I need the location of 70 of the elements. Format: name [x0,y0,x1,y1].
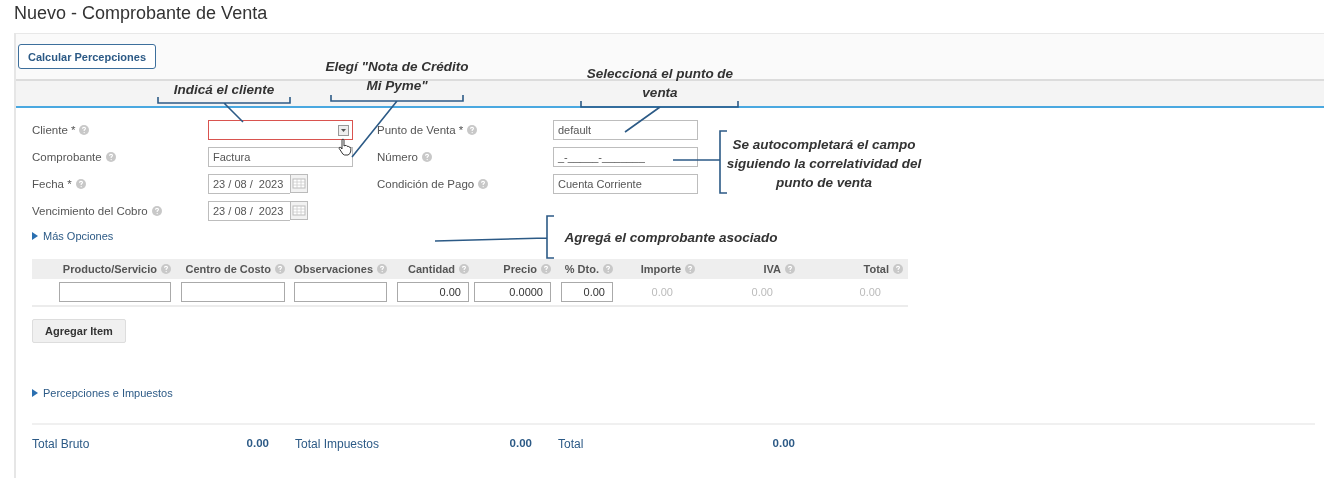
total-value: 0.00 [772,437,795,451]
annotation-text: Indicá el cliente [172,81,276,99]
text-field[interactable]: Factura [208,147,353,167]
calendar-icon[interactable] [290,174,308,193]
text-field[interactable]: default [553,120,698,140]
field-label: Punto de Venta * [377,124,464,136]
table-input[interactable]: 0.0000 [474,282,551,302]
help-icon [785,264,795,274]
total-value: 0.00 [246,437,269,451]
help-icon [161,264,171,274]
table-input[interactable]: 0.00 [561,282,613,302]
column-header: Precio [503,263,537,275]
total-value: 0.00 [509,437,532,451]
table-cell-text: 0.00 [859,286,882,298]
help-icon [467,125,478,135]
column-header: Total [863,263,889,275]
table-input[interactable] [59,282,171,302]
annotation-text: Agregá el comprobante asociado [563,229,779,247]
calculate-button[interactable]: Calcular Percepciones [18,44,156,69]
help-icon [893,264,903,274]
page-title: Nuevo - Comprobante de Venta [13,2,269,25]
expand-triangle-icon [32,232,38,240]
help-icon [603,264,613,274]
help-icon [685,264,695,274]
field-label: Condición de Pago [377,178,475,190]
date-field[interactable]: 23 / 08 / 2023 [208,201,290,221]
help-icon [421,152,432,162]
annotation-text: Se autocompletará el campo siguiendo la correlatividad del punto de venta [725,136,923,192]
dropdown-icon[interactable] [338,124,349,136]
table-cell-text: 0.00 [651,286,674,298]
table-cell-text: 0.00 [751,286,774,298]
field-label: Fecha * [32,178,72,190]
help-icon [478,179,489,189]
more-options-toggle[interactable]: Más Opciones [32,230,114,242]
help-icon [275,264,285,274]
column-header: % Dto. [564,263,599,275]
text-field[interactable]: Cuenta Corriente [553,174,698,194]
table-input[interactable]: 0.00 [397,282,469,302]
calendar-icon[interactable] [290,201,308,220]
total-label: Total [558,437,584,451]
column-header: Observaciones [294,263,373,275]
field-label: Comprobante [32,151,102,163]
expand-triangle-icon [32,389,38,397]
total-label: Total Impuestos [295,437,380,451]
column-header: Cantidad [407,263,455,275]
text-field[interactable]: _-_____-_______ [553,147,698,167]
taxes-toggle[interactable]: Percepciones e Impuestos [32,387,173,399]
column-header: IVA [763,263,781,275]
column-header: Producto/Servicio [62,263,157,275]
date-field[interactable]: 23 / 08 / 2023 [208,174,290,194]
help-icon [79,125,90,135]
field-label: Vencimiento del Cobro [32,205,148,217]
help-icon [377,264,387,274]
field-label: Número [377,151,418,163]
field-label: Cliente * [32,124,76,136]
column-header: Importe [640,263,681,275]
help-icon [105,152,116,162]
help-icon [459,264,469,274]
pointer-cursor-icon [338,138,352,156]
help-icon [151,206,162,216]
table-input[interactable] [294,282,387,302]
annotation-text: Seleccioná el punto de venta [585,65,735,102]
help-icon [75,179,86,189]
annotation-text: Elegí "Nota de Crédito Mi Pyme" [324,58,470,95]
table-input[interactable] [181,282,285,302]
total-label: Total Bruto [32,437,90,451]
column-header: Centro de Costo [185,263,271,275]
help-icon [541,264,551,274]
add-item-button[interactable]: Agregar Item [32,319,126,343]
client-select[interactable] [208,120,353,140]
